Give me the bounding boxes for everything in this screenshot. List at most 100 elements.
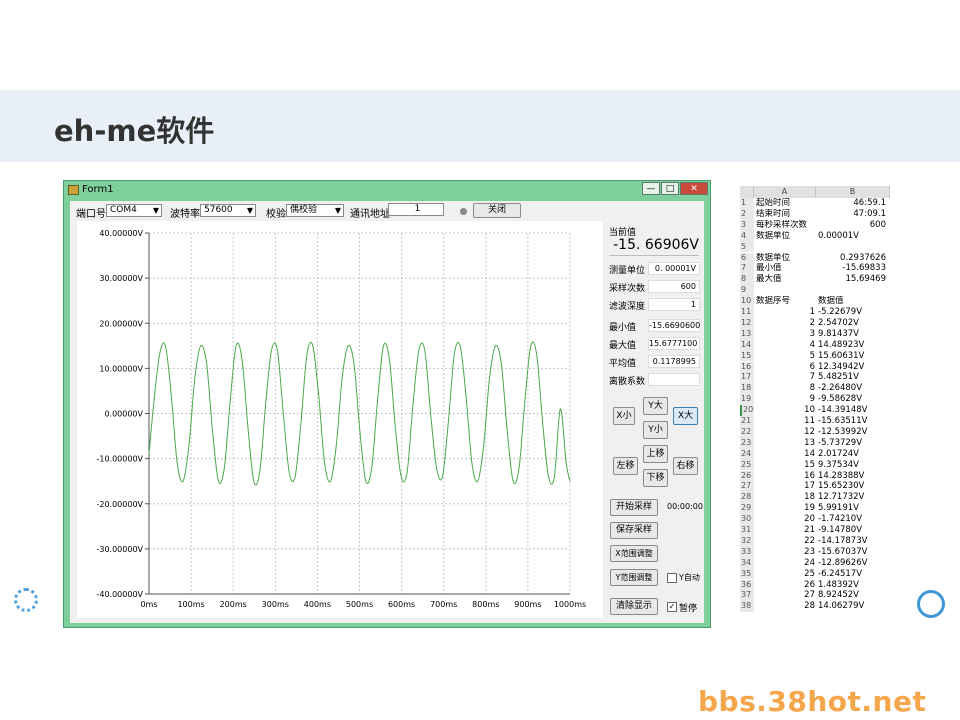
- sheet-cell-b[interactable]: -9.58628V: [818, 394, 886, 405]
- sheet-row-number[interactable]: 28: [740, 492, 754, 504]
- sheet-cell-a[interactable]: 数据单位: [756, 253, 816, 264]
- sheet-cell-a[interactable]: 结束时间: [756, 209, 816, 220]
- sheet-row-number[interactable]: 38: [740, 601, 754, 613]
- sheet-row-number[interactable]: 6: [740, 252, 754, 264]
- sheet-cell-b[interactable]: 5.48251V: [818, 372, 886, 383]
- sheet-cell-b[interactable]: -2.26480V: [818, 383, 886, 394]
- sheet-cell-a[interactable]: 25: [754, 569, 815, 580]
- sheet-row-number[interactable]: 16: [740, 361, 754, 373]
- sheet-row-number[interactable]: 5: [740, 241, 754, 253]
- sheet-cell-a[interactable]: 最大值: [756, 274, 816, 285]
- y-auto-checkbox[interactable]: [667, 573, 677, 583]
- sheet-cell-a[interactable]: 2: [754, 318, 815, 329]
- sheet-row-number[interactable]: 8: [740, 274, 754, 286]
- sheet-row-number[interactable]: 11: [740, 307, 754, 318]
- sheet-cell-b[interactable]: -15.69833: [818, 263, 886, 274]
- sheet-cell-a[interactable]: 27: [754, 590, 815, 601]
- sheet-cell-b[interactable]: 12.34942V: [818, 362, 886, 373]
- sheet-cell-b[interactable]: -5.73729V: [818, 438, 886, 449]
- save-sampling-button[interactable]: 保存采样: [610, 522, 658, 539]
- sheet-cell-b[interactable]: [818, 285, 886, 296]
- close-port-button[interactable]: 关闭: [473, 203, 521, 218]
- sheet-cell-b[interactable]: [818, 242, 886, 253]
- parity-select[interactable]: 偶校验 ▼: [286, 204, 344, 217]
- sheet-row-number[interactable]: 25: [740, 459, 754, 471]
- sheet-row-number[interactable]: 32: [740, 535, 754, 547]
- sheet-cell-b[interactable]: 15.69469: [818, 274, 886, 285]
- start-sampling-button[interactable]: 开始采样: [610, 499, 658, 516]
- sheet-row-number[interactable]: 31: [740, 525, 754, 536]
- sheet-cell-a[interactable]: 16: [754, 471, 815, 482]
- sheet-row-number[interactable]: 23: [740, 437, 754, 449]
- sheet-cell-b[interactable]: 14.48923V: [818, 340, 886, 351]
- sheet-cell-a[interactable]: 26: [754, 580, 815, 591]
- x-zoom-in-button[interactable]: X大: [673, 407, 698, 425]
- sheet-row-number[interactable]: 24: [740, 448, 754, 460]
- y-zoom-in-button[interactable]: Y大: [643, 397, 668, 415]
- sheet-row-number[interactable]: 9: [740, 285, 754, 297]
- sheet-cell-a[interactable]: 起始时间: [756, 198, 816, 209]
- sheet-row-number[interactable]: 29: [740, 503, 754, 515]
- move-down-button[interactable]: 下移: [643, 469, 668, 487]
- sheet-row-number[interactable]: 30: [740, 514, 754, 525]
- sheet-cell-b[interactable]: -6.24517V: [818, 569, 886, 580]
- sheet-cell-a[interactable]: 5: [754, 351, 815, 362]
- sheet-cell-a[interactable]: 14: [754, 449, 815, 460]
- sheet-cell-b[interactable]: 46:59.1: [818, 198, 886, 209]
- move-right-button[interactable]: 右移: [673, 457, 698, 475]
- sheet-row-number[interactable]: 14: [740, 339, 754, 351]
- sheet-row-number[interactable]: 22: [740, 426, 754, 438]
- sheet-cell-a[interactable]: 18: [754, 492, 815, 503]
- sheet-cell-a[interactable]: 23: [754, 547, 815, 558]
- sheet-cell-a[interactable]: 24: [754, 558, 815, 569]
- clear-display-button[interactable]: 清除显示: [610, 598, 658, 615]
- sheet-cell-a[interactable]: [756, 242, 816, 253]
- sheet-cell-b[interactable]: 8.92452V: [818, 590, 886, 601]
- sheet-cell-b[interactable]: -12.53992V: [818, 427, 886, 438]
- sheet-row-number[interactable]: 17: [740, 372, 754, 384]
- sheet-row-number[interactable]: 36: [740, 579, 754, 591]
- move-left-button[interactable]: 左移: [613, 457, 638, 475]
- sheet-cell-b[interactable]: -14.39148V: [818, 405, 886, 416]
- sheet-row-number[interactable]: 3: [740, 219, 754, 231]
- sheet-cell-b[interactable]: 2.01724V: [818, 449, 886, 460]
- sheet-cell-b[interactable]: -9.14780V: [818, 525, 886, 536]
- pause-checkbox[interactable]: ✓: [667, 602, 677, 612]
- sheet-cell-b[interactable]: -15.63511V: [818, 416, 886, 427]
- address-input[interactable]: 1: [388, 203, 444, 216]
- sheet-row-number[interactable]: 10: [740, 296, 754, 307]
- sheet-cell-a[interactable]: 数据单位: [756, 231, 816, 242]
- sheet-cell-a[interactable]: 6: [754, 362, 815, 373]
- sheet-cell-b[interactable]: 47:09.1: [818, 209, 886, 220]
- maximize-button[interactable]: □: [661, 182, 679, 195]
- sheet-row-number[interactable]: 35: [740, 568, 754, 580]
- x-zoom-out-button[interactable]: X小: [613, 407, 635, 425]
- x-range-button[interactable]: X范围调整: [610, 545, 658, 562]
- sheet-cell-a[interactable]: 8: [754, 383, 815, 394]
- sheet-cell-a[interactable]: 12: [754, 427, 815, 438]
- sheet-cell-a[interactable]: 9: [754, 394, 815, 405]
- sheet-row-number[interactable]: 13: [740, 328, 754, 340]
- sheet-cell-a[interactable]: 19: [754, 503, 815, 514]
- sheet-cell-b[interactable]: 1.48392V: [818, 580, 886, 591]
- column-header-a[interactable]: A: [754, 186, 816, 198]
- sheet-cell-b[interactable]: 600: [818, 220, 886, 231]
- sheet-row-number[interactable]: 27: [740, 481, 754, 493]
- sheet-cell-b[interactable]: -14.17873V: [818, 536, 886, 547]
- sheet-cell-b[interactable]: 5.99191V: [818, 503, 886, 514]
- sheet-cell-a[interactable]: 21: [754, 525, 815, 536]
- sheet-row-number[interactable]: 33: [740, 546, 754, 558]
- sheet-row-number[interactable]: 1: [740, 198, 754, 209]
- sheet-row-number[interactable]: 37: [740, 590, 754, 602]
- sheet-cell-a[interactable]: 数据序号: [756, 296, 816, 307]
- sheet-row-number[interactable]: 2: [740, 208, 754, 220]
- sheet-cell-b[interactable]: 15.60631V: [818, 351, 886, 362]
- sheet-cell-a[interactable]: 4: [754, 340, 815, 351]
- sheet-cell-b[interactable]: -1.74210V: [818, 514, 886, 525]
- sheet-cell-a[interactable]: [756, 285, 816, 296]
- sheet-cell-b[interactable]: 0.2937626: [818, 253, 886, 264]
- port-select[interactable]: COM4 ▼: [106, 204, 162, 217]
- sheet-cell-b[interactable]: -15.67037V: [818, 547, 886, 558]
- sheet-cell-b[interactable]: -12.89626V: [818, 558, 886, 569]
- sheet-cell-b[interactable]: 15.65230V: [818, 481, 886, 492]
